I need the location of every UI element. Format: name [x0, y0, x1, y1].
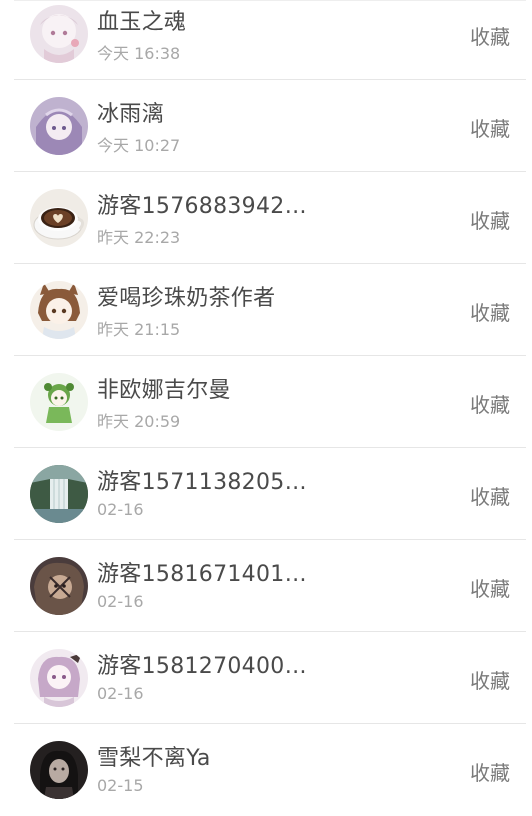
user-name[interactable]: 非欧娜吉尔曼 — [97, 372, 231, 404]
timestamp: 昨天 20:59 — [97, 412, 181, 431]
avatar[interactable] — [30, 281, 88, 339]
avatar[interactable] — [30, 97, 88, 155]
user-name[interactable]: 冰雨漓 — [97, 96, 164, 128]
list-item[interactable]: 非欧娜吉尔曼 昨天 20:59 收藏 — [0, 356, 532, 448]
favorite-button[interactable]: 收藏 — [470, 113, 510, 142]
avatar[interactable] — [30, 5, 88, 63]
favorite-button[interactable]: 收藏 — [470, 573, 510, 602]
list-item[interactable]: 冰雨漓 今天 10:27 收藏 — [0, 80, 532, 172]
avatar[interactable] — [30, 465, 88, 523]
favorite-button[interactable]: 收藏 — [470, 757, 510, 786]
favorite-button[interactable]: 收藏 — [470, 21, 510, 50]
list-item[interactable]: 游客1581270400… 02-16 收藏 — [0, 632, 532, 724]
timestamp: 02-15 — [97, 776, 144, 795]
timestamp: 02-16 — [97, 592, 144, 611]
timestamp: 今天 10:27 — [97, 136, 181, 155]
list-item[interactable]: 游客1581671401… 02-16 收藏 — [0, 540, 532, 632]
timestamp: 02-16 — [97, 684, 144, 703]
user-name[interactable]: 游客1576883942… — [97, 188, 307, 220]
user-name[interactable]: 雪梨不离Ya — [97, 740, 211, 772]
list-item[interactable]: 游客1576883942… 昨天 22:23 收藏 — [0, 172, 532, 264]
favorite-button[interactable]: 收藏 — [470, 297, 510, 326]
list-item[interactable]: 雪梨不离Ya 02-15 收藏 — [0, 724, 532, 816]
user-name[interactable]: 游客1581671401… — [97, 556, 307, 588]
favorite-button[interactable]: 收藏 — [470, 665, 510, 694]
timestamp: 昨天 21:15 — [97, 320, 181, 339]
favorite-button[interactable]: 收藏 — [470, 205, 510, 234]
user-name[interactable]: 游客1571138205… — [97, 464, 307, 496]
list-item[interactable]: 爱喝珍珠奶茶作者 昨天 21:15 收藏 — [0, 264, 532, 356]
list-item[interactable]: 游客1571138205… 02-16 收藏 — [0, 448, 532, 540]
avatar[interactable] — [30, 649, 88, 707]
timestamp: 昨天 22:23 — [97, 228, 181, 247]
user-name[interactable]: 游客1581270400… — [97, 648, 307, 680]
favorite-button[interactable]: 收藏 — [470, 481, 510, 510]
user-name[interactable]: 血玉之魂 — [97, 4, 186, 36]
timestamp: 02-16 — [97, 500, 144, 519]
avatar[interactable] — [30, 189, 88, 247]
follower-list: 血玉之魂 今天 16:38 收藏 冰雨漓 今天 10:27 收藏 游客15768… — [0, 0, 532, 816]
avatar[interactable] — [30, 741, 88, 799]
user-name[interactable]: 爱喝珍珠奶茶作者 — [97, 280, 275, 312]
avatar[interactable] — [30, 373, 88, 431]
timestamp: 今天 16:38 — [97, 44, 181, 63]
favorite-button[interactable]: 收藏 — [470, 389, 510, 418]
avatar[interactable] — [30, 557, 88, 615]
list-item[interactable]: 血玉之魂 今天 16:38 收藏 — [0, 0, 532, 80]
